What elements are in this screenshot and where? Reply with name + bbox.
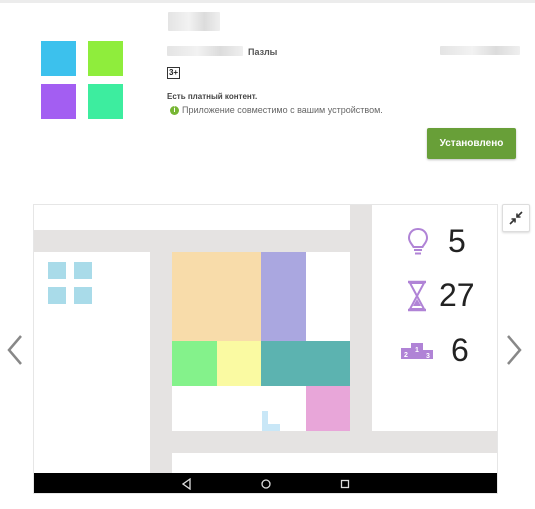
grid-preview <box>48 287 66 304</box>
puzzle-tile <box>172 341 217 386</box>
grid-preview <box>74 262 92 279</box>
category-link[interactable]: Пазлы <box>248 47 277 57</box>
podium-icon: 2 1 3 <box>401 343 433 360</box>
info-icon: i <box>170 105 179 115</box>
puzzle-tile <box>306 386 350 431</box>
level-number: 6 <box>451 332 469 368</box>
screenshot-image[interactable]: 5 27 2 1 3 6 <box>33 204 498 494</box>
svg-text:1: 1 <box>415 347 419 354</box>
grid-preview <box>48 262 66 279</box>
app-icon-tile <box>88 41 123 76</box>
puzzle-tile <box>217 341 261 386</box>
puzzle-tile <box>261 341 350 386</box>
grid-preview <box>74 287 92 304</box>
developer-name-redacted[interactable] <box>167 46 243 56</box>
svg-text:3: 3 <box>426 353 430 360</box>
app-title-redacted <box>168 12 220 31</box>
app-icon-tile <box>88 84 123 119</box>
board-border <box>34 230 372 252</box>
compatibility-note: i Приложение совместимо с вашим устройст… <box>170 105 383 115</box>
top-divider <box>0 0 535 3</box>
board-border <box>350 205 372 453</box>
recent-square-icon[interactable] <box>339 478 351 490</box>
lightbulb-icon <box>407 227 429 255</box>
collapse-icon <box>509 211 523 225</box>
age-rating-badge[interactable]: 3+ <box>167 67 180 79</box>
puzzle-tile-fragment <box>262 424 280 431</box>
app-icon-tile <box>41 41 76 76</box>
puzzle-tile <box>261 252 306 341</box>
paid-content-note: Есть платный контент. <box>167 92 258 101</box>
android-nav-bar <box>34 473 497 493</box>
app-icon-tile <box>41 84 76 119</box>
moves-count: 27 <box>439 277 475 313</box>
app-icon <box>41 41 123 119</box>
board-border <box>150 431 497 453</box>
hints-count: 5 <box>448 223 466 259</box>
home-circle-icon[interactable] <box>260 478 272 490</box>
installed-button[interactable]: Установлено <box>427 128 516 159</box>
svg-text:2: 2 <box>404 352 408 359</box>
wishlist-redacted[interactable] <box>440 46 520 55</box>
chevron-right-icon[interactable] <box>505 334 523 366</box>
collapse-button[interactable] <box>502 204 530 232</box>
chevron-left-icon[interactable] <box>6 334 24 366</box>
back-triangle-icon[interactable] <box>182 478 192 490</box>
puzzle-tile <box>172 252 261 341</box>
compatibility-text: Приложение совместимо с вашим устройство… <box>182 105 383 115</box>
hourglass-icon <box>408 280 426 312</box>
